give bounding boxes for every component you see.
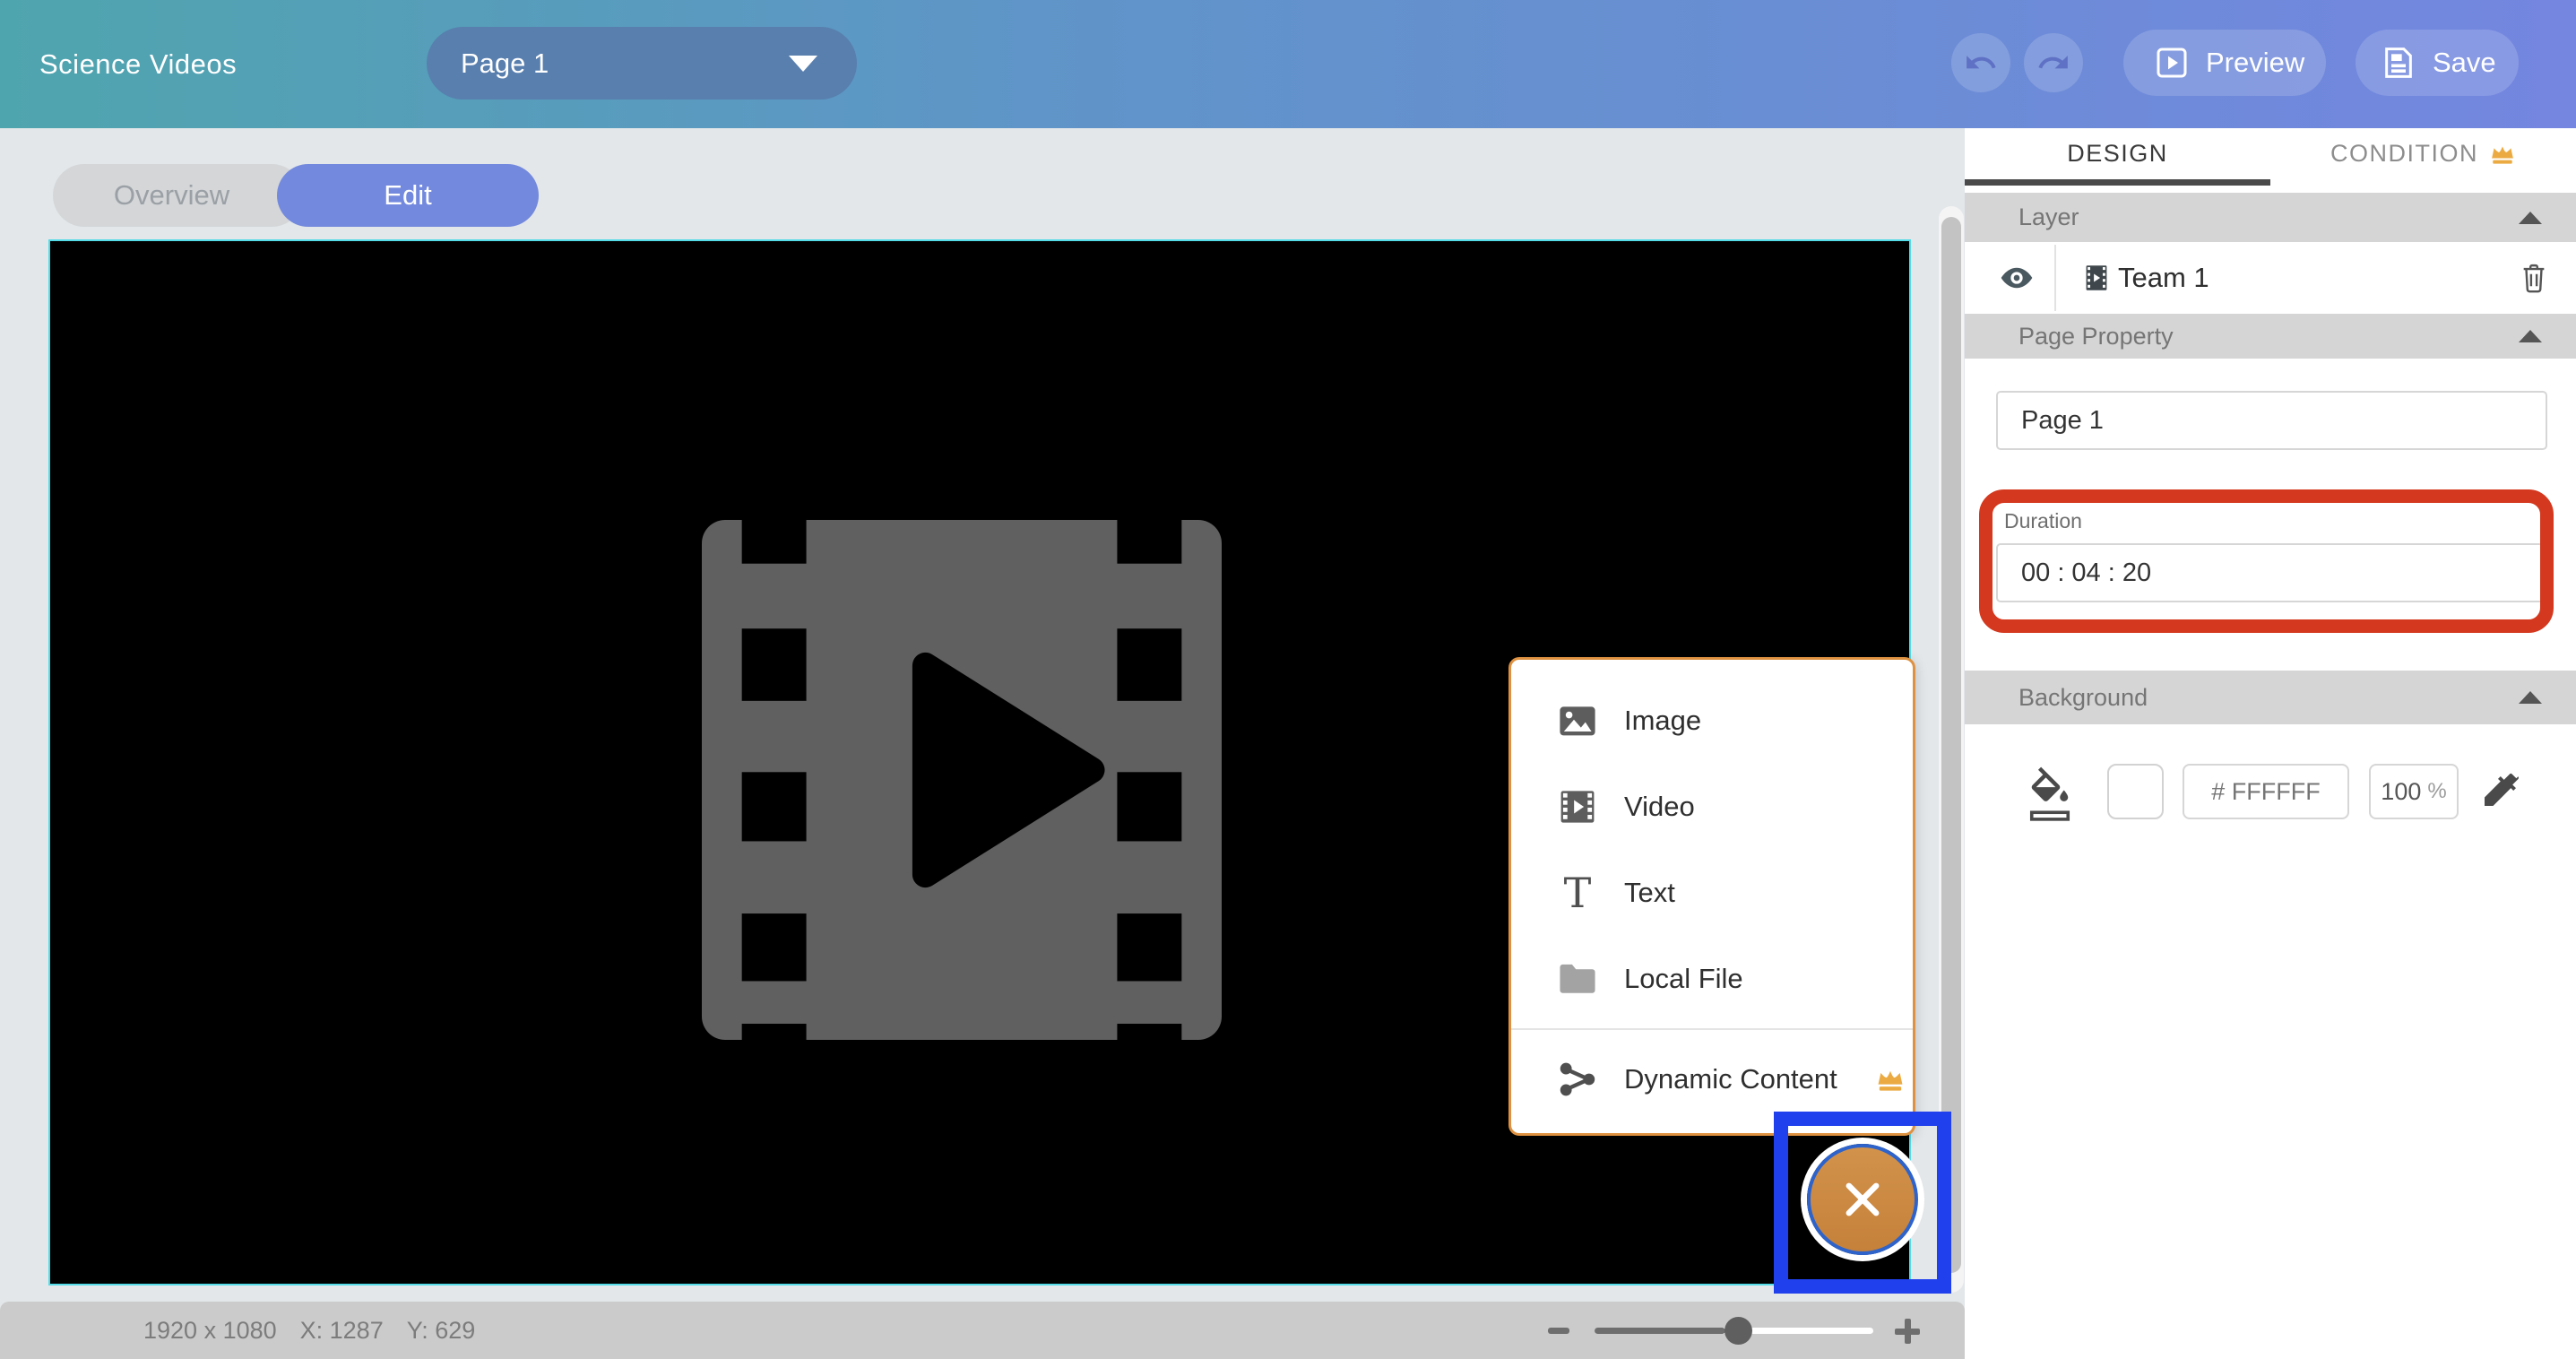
tab-condition[interactable]: CONDITION [2270,128,2576,186]
duration-input[interactable]: 00 : 04 : 20 [1996,543,2546,602]
save-icon [2381,45,2416,81]
zoom-out-button[interactable] [1548,1328,1569,1334]
menu-item-dynamic-content[interactable]: Dynamic Content [1511,1030,1913,1129]
preview-label: Preview [2206,47,2304,79]
section-background-label: Background [2018,684,2148,712]
canvas-scrollbar-track[interactable] [1939,206,1964,1293]
page-selector-label: Page 1 [461,48,549,80]
cursor-x: X: 1287 [300,1317,384,1345]
trash-icon [2519,261,2549,295]
layer-visibility-button[interactable] [1997,259,2036,299]
plus-icon [1905,1319,1911,1344]
tab-condition-label: CONDITION [2330,140,2478,168]
opacity-unit: % [2427,779,2446,804]
zoom-slider-thumb[interactable] [1725,1317,1752,1345]
canvas-resolution: 1920 x 1080 [143,1317,277,1345]
section-header-layer[interactable]: Layer [1965,193,2576,242]
page-selector-dropdown[interactable]: Page 1 [427,27,857,100]
video-icon [1557,786,1598,827]
eyedropper-icon [2479,768,2522,811]
menu-item-label: Local File [1624,963,1743,995]
eye-icon [1997,259,2036,297]
menu-item-label: Video [1624,791,1695,823]
background-color-swatch[interactable] [2107,764,2164,819]
save-label: Save [2433,47,2496,79]
section-header-page-property[interactable]: Page Property [1965,314,2576,359]
save-button[interactable]: Save [2356,30,2519,96]
menu-item-label: Text [1624,877,1675,909]
text-icon: T [1556,872,1599,913]
section-layer-label: Layer [2018,203,2079,231]
premium-crown-icon [2489,142,2516,166]
redo-icon [2036,46,2070,80]
canvas-info: 1920 x 1080 X: 1287 Y: 629 [143,1302,475,1359]
menu-item-local-file[interactable]: Local File [1511,936,1913,1022]
topbar: Science Videos Page 1 Preview [0,0,2576,128]
page-name-input[interactable]: Page 1 [1996,391,2547,450]
chevron-down-icon [789,56,817,72]
collapse-arrow-icon [2519,212,2542,224]
collapse-arrow-icon [2519,691,2542,704]
sidebar-tabs: DESIGN CONDITION [1965,128,2576,186]
project-title: Science Videos [39,0,237,128]
menu-item-video[interactable]: Video [1511,764,1913,850]
section-header-background[interactable]: Background [1965,671,2576,724]
collapse-arrow-icon [2519,330,2542,342]
tab-edit[interactable]: Edit [277,164,539,227]
add-content-menu: Image Video T Text [1508,657,1915,1136]
opacity-input[interactable]: 100 % [2369,764,2459,819]
layer-row[interactable]: Team 1 [1965,242,2576,314]
eyedropper-button[interactable] [2479,768,2522,814]
layer-name: Team 1 [2118,242,2209,314]
share-icon [1558,1060,1597,1099]
duration-label: Duration [2004,509,2082,533]
image-icon [1556,701,1599,740]
zoom-slider-fill [1595,1328,1725,1334]
section-page-property-label: Page Property [2018,323,2174,351]
duration-value: 00 : 04 : 20 [2021,558,2151,588]
undo-icon [1964,46,1998,80]
redo-button[interactable] [2024,33,2083,92]
divider [2054,245,2056,311]
tab-design-label: DESIGN [2067,140,2168,168]
hex-color-value: # FFFFFF [2211,778,2320,806]
preview-play-icon [2154,45,2190,81]
cursor-y: Y: 629 [407,1317,476,1345]
canvas-scrollbar-thumb[interactable] [1941,217,1961,1273]
tab-design[interactable]: DESIGN [1965,128,2270,186]
folder-icon [1557,961,1598,997]
properties-sidebar: DESIGN CONDITION Layer [1965,128,2576,1359]
preview-button[interactable]: Preview [2123,30,2326,96]
close-menu-button[interactable] [1807,1144,1918,1255]
hex-color-input[interactable]: # FFFFFF [2183,764,2349,819]
tab-overview-label: Overview [114,179,229,212]
app-root: Science Videos Page 1 Preview [0,0,2576,1359]
statusbar: 1920 x 1080 X: 1287 Y: 629 [0,1302,1965,1359]
layer-type-video-icon [2086,264,2107,291]
menu-item-label: Dynamic Content [1624,1063,1837,1095]
opacity-value: 100 [2381,778,2421,806]
delete-layer-button[interactable] [2519,261,2549,298]
tab-overview[interactable]: Overview [53,164,303,227]
menu-item-text[interactable]: T Text [1511,850,1913,936]
tab-edit-label: Edit [384,179,431,212]
page-name-value: Page 1 [2021,406,2104,436]
paint-bucket-icon [2026,766,2074,822]
video-placeholder-icon [702,517,1222,1043]
fill-color-button[interactable] [2026,766,2074,825]
zoom-in-button[interactable] [1895,1319,1920,1344]
close-icon [1839,1176,1886,1223]
menu-item-image[interactable]: Image [1511,678,1913,764]
premium-crown-icon [1875,1066,1906,1093]
undo-button[interactable] [1951,33,2010,92]
menu-item-label: Image [1624,705,1701,737]
